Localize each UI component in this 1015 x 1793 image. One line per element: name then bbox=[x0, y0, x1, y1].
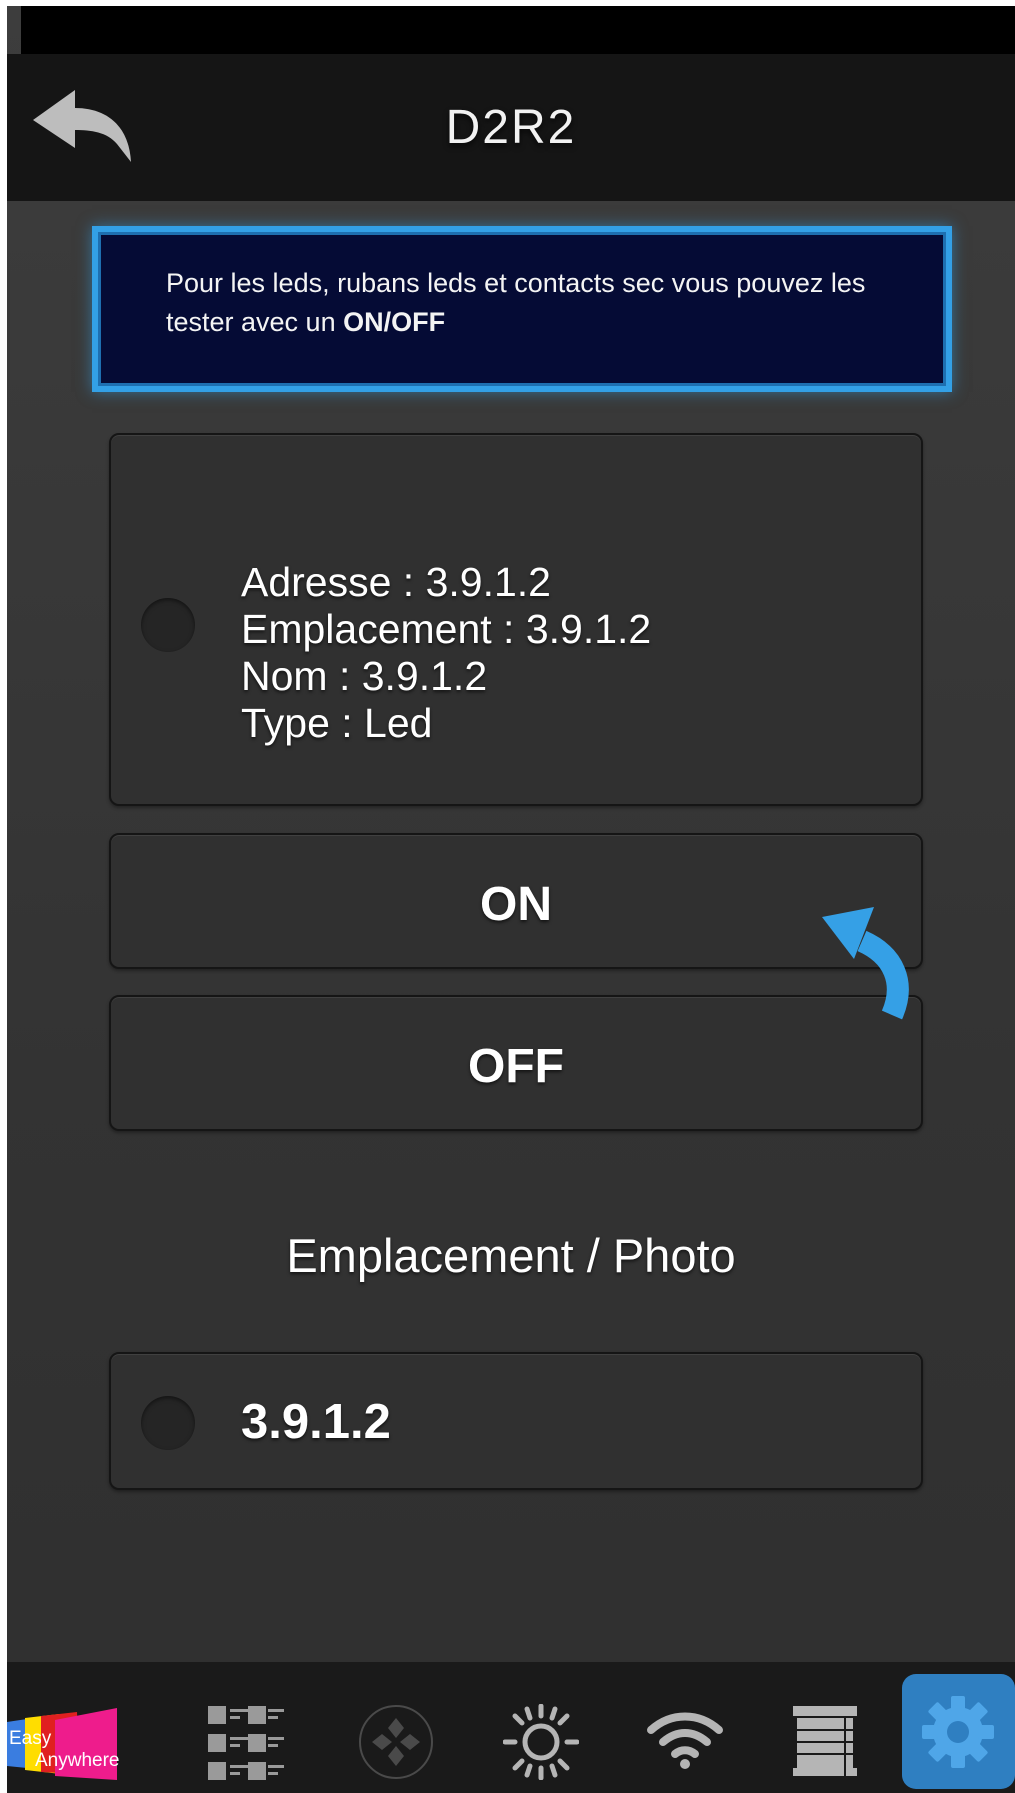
info-banner-text: Pour les leds, rubans leds et contacts s… bbox=[166, 268, 866, 337]
tab-blinds[interactable] bbox=[787, 1662, 867, 1793]
blinds-icon bbox=[793, 1706, 857, 1780]
light-sun-icon bbox=[503, 1704, 579, 1780]
tab-home[interactable]: Easy Anywhere bbox=[7, 1662, 127, 1793]
curved-hint-arrow-icon bbox=[822, 907, 909, 1020]
tab-bar: Easy Anywhere bbox=[7, 1662, 1015, 1793]
on-button-label: ON bbox=[480, 878, 552, 931]
tab-scenes[interactable] bbox=[200, 1662, 290, 1793]
photo-list-item[interactable]: 3.9.1.2 bbox=[109, 1352, 923, 1490]
photo-item-label: 3.9.1.2 bbox=[241, 1395, 391, 1449]
tab-wifi[interactable] bbox=[637, 1662, 737, 1793]
device-status-indicator bbox=[141, 598, 195, 652]
device-name: Nom : 3.9.1.2 bbox=[241, 653, 488, 699]
device-type: Type : Led bbox=[241, 700, 433, 746]
tab-settings[interactable] bbox=[902, 1674, 1015, 1789]
device-location: Emplacement : 3.9.1.2 bbox=[241, 606, 652, 652]
off-button-label: OFF bbox=[468, 1040, 564, 1093]
wifi-icon bbox=[647, 1712, 723, 1769]
page-title: D2R2 bbox=[445, 101, 577, 154]
tab-lighting[interactable] bbox=[495, 1662, 585, 1793]
svg-text:Easy: Easy bbox=[9, 1728, 52, 1749]
device-info: Adresse : 3.9.1.2 Emplacement : 3.9.1.2 … bbox=[241, 559, 651, 747]
tab-remote[interactable] bbox=[350, 1662, 440, 1793]
info-banner: Pour les leds, rubans leds et contacts s… bbox=[92, 226, 952, 392]
device-address: Adresse : 3.9.1.2 bbox=[241, 559, 551, 605]
svg-text:Anywhere: Anywhere bbox=[35, 1750, 119, 1771]
settings-gear-icon bbox=[922, 1696, 994, 1768]
off-button[interactable]: OFF bbox=[109, 995, 923, 1131]
photo-status-indicator bbox=[141, 1396, 195, 1450]
info-banner-highlight: ON/OFF bbox=[343, 307, 446, 337]
device-card: Adresse : 3.9.1.2 Emplacement : 3.9.1.2 … bbox=[109, 433, 923, 806]
on-button[interactable]: ON bbox=[109, 833, 923, 969]
nav-bar: D2R2 bbox=[7, 54, 1015, 201]
section-title: Emplacement / Photo bbox=[286, 1229, 736, 1282]
app-screen: D2R2 Pour les leds, rubans leds et conta… bbox=[7, 6, 1015, 1793]
remote-dpad-icon bbox=[359, 1705, 433, 1779]
easy-anywhere-logo: Easy Anywhere bbox=[7, 1708, 119, 1780]
status-bar bbox=[21, 6, 1015, 54]
scenes-grid-icon bbox=[208, 1706, 284, 1780]
